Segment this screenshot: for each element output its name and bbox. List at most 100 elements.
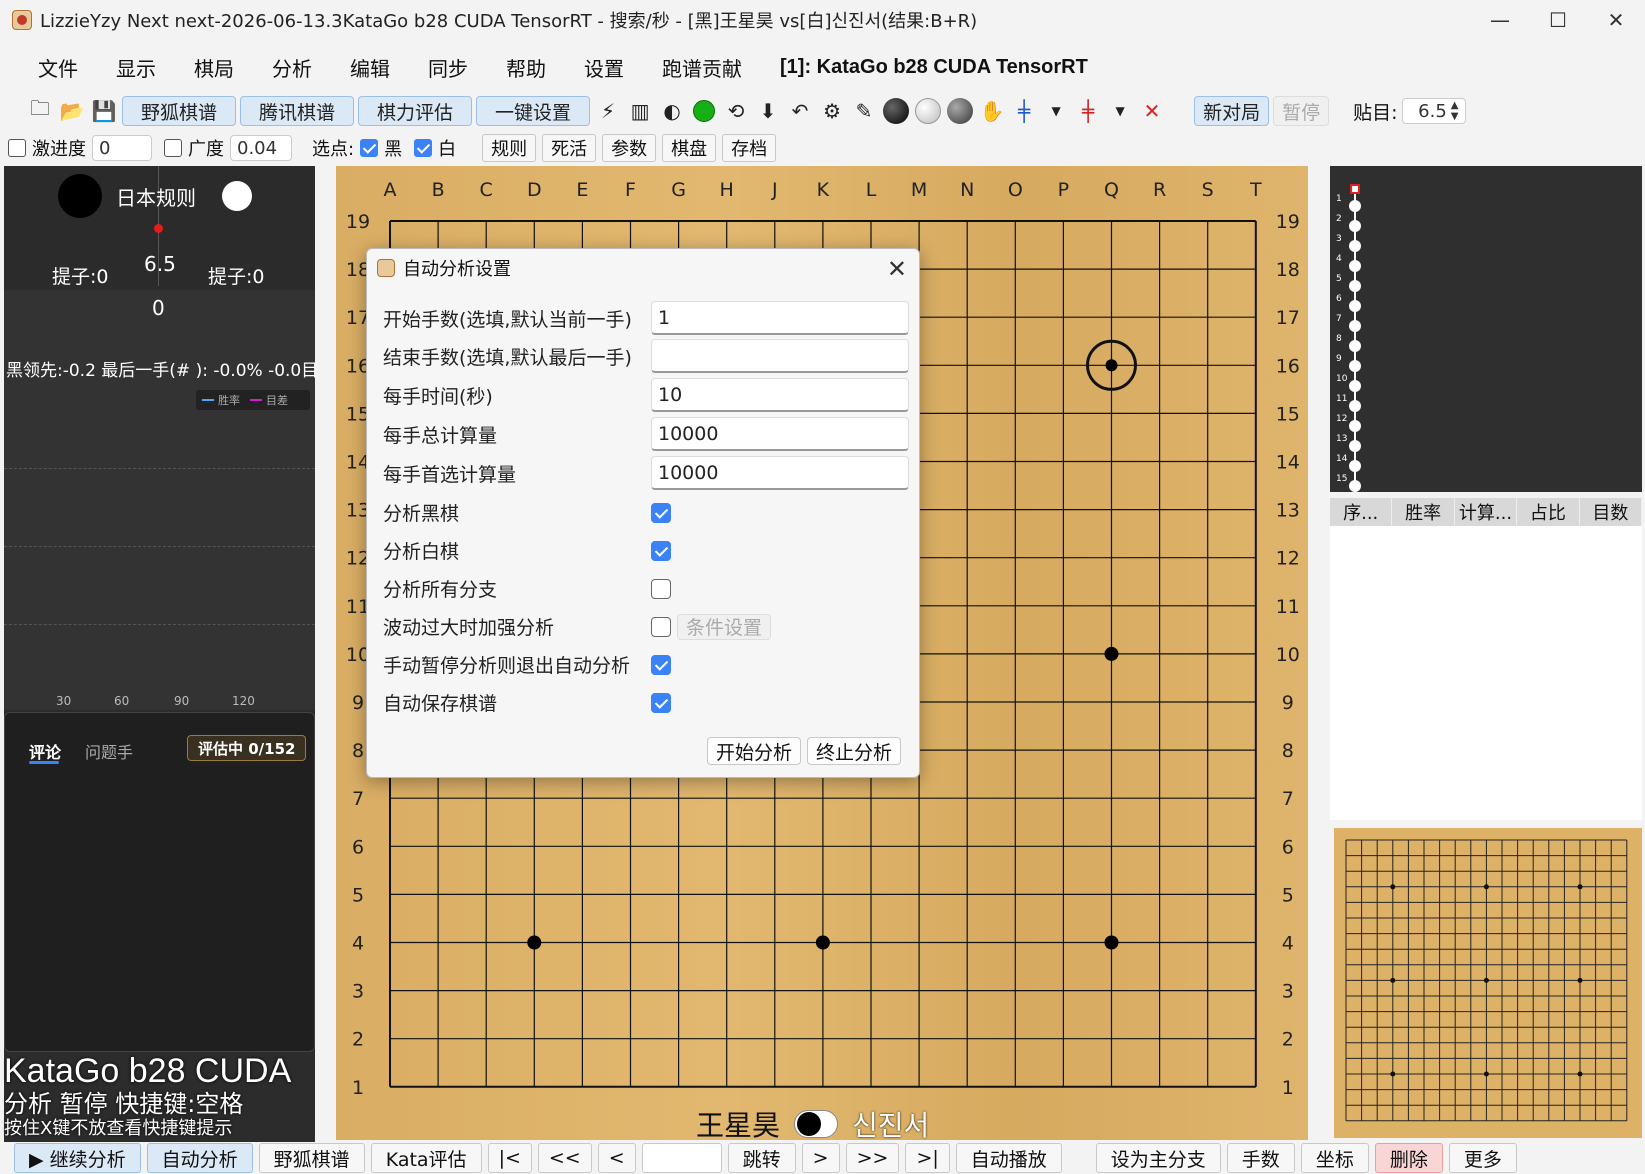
condition-settings-button[interactable]: 条件设置 [677, 613, 772, 640]
forward-button[interactable]: > [801, 1143, 840, 1173]
white-stone-icon[interactable] [914, 97, 942, 125]
start-move-input[interactable]: 1 [651, 301, 909, 335]
komi-spinner[interactable]: 6.5 ▲ ▼ [1401, 98, 1466, 124]
params-button[interactable]: 参数 [602, 134, 657, 162]
stop-analysis-button[interactable]: 终止分析 [807, 737, 902, 765]
compare-icon[interactable]: ◐ [658, 97, 686, 125]
chart-icon[interactable]: ▥ [626, 97, 654, 125]
first-visits-input[interactable]: 10000 [651, 456, 909, 490]
kata-eval-button[interactable]: Kata评估 [370, 1143, 482, 1173]
move-node[interactable] [1349, 220, 1361, 232]
black-stone-icon[interactable] [882, 97, 910, 125]
back-button[interactable]: < [597, 1143, 636, 1173]
menu-analysis[interactable]: 分析 [272, 53, 312, 82]
move-node[interactable] [1349, 280, 1361, 292]
col-score[interactable]: 目数 [1580, 498, 1643, 526]
end-move-input[interactable] [651, 339, 909, 373]
pick-black-checkbox[interactable] [360, 139, 379, 157]
tab-problem-moves[interactable]: 问题手 [85, 739, 133, 763]
pick-white-checkbox[interactable] [414, 139, 433, 157]
new-folder-icon[interactable]: 🗀 [26, 96, 54, 125]
winrate-graph[interactable]: 0 黑领先:-0.2 最后一手(# ): -0.0% -0.0目 胜率 目差 30… [4, 290, 318, 710]
time-per-move-input[interactable]: 10 [651, 378, 909, 412]
swing-analysis-checkbox[interactable] [651, 616, 671, 637]
blue-mark-icon[interactable]: ╪ [1010, 97, 1038, 125]
menu-edit[interactable]: 编辑 [350, 53, 390, 82]
yehu-kifu-bottom-button[interactable]: 野狐棋谱 [258, 1143, 365, 1173]
move-node[interactable] [1349, 360, 1361, 372]
menu-view[interactable]: 显示 [116, 53, 156, 82]
menu-settings[interactable]: 设置 [584, 53, 624, 82]
chevron-down-icon[interactable]: ▼ [1106, 97, 1134, 125]
move-list[interactable]: 1 2 3 4 5 6 7 8 9 10 11 12 13 14 15 [1330, 166, 1642, 492]
red-mark-icon[interactable]: ╪ [1074, 97, 1102, 125]
undo-icon[interactable]: ↶ [786, 97, 814, 125]
delete-button[interactable]: 删除 [1374, 1143, 1443, 1173]
move-node[interactable] [1349, 200, 1361, 212]
start-analysis-button[interactable]: 开始分析 [707, 737, 802, 765]
tencent-kifu-button[interactable]: 腾讯棋谱 [240, 96, 355, 126]
tab-comment[interactable]: 评论 [29, 739, 61, 763]
aggressiveness-checkbox[interactable] [8, 139, 26, 157]
move-node[interactable] [1349, 300, 1361, 312]
arrow-down-icon[interactable]: ⬇ [754, 97, 782, 125]
analyze-branches-checkbox[interactable] [651, 578, 671, 599]
set-main-branch-button[interactable]: 设为主分支 [1095, 1143, 1221, 1173]
new-game-button[interactable]: 新对局 [1194, 96, 1270, 126]
archive-button[interactable]: 存档 [722, 134, 777, 162]
auto-analysis-button[interactable]: 自动分析 [146, 1143, 253, 1173]
move-node[interactable] [1349, 380, 1361, 392]
autosave-checkbox[interactable] [651, 692, 671, 713]
first-move-button[interactable]: |< [487, 1143, 532, 1173]
move-number-button[interactable]: 手数 [1226, 1143, 1295, 1173]
strength-eval-button[interactable]: 棋力评估 [358, 96, 473, 126]
col-visits[interactable]: 计算... [1455, 498, 1518, 526]
menu-help[interactable]: 帮助 [506, 53, 546, 82]
continue-analysis-button[interactable]: ▶ 继续分析 [14, 1143, 141, 1173]
move-node[interactable] [1349, 420, 1361, 432]
one-click-setup-button[interactable]: 一键设置 [476, 96, 591, 126]
alternate-stone-icon[interactable] [946, 97, 974, 125]
rules-button[interactable]: 规则 [482, 134, 537, 162]
candidate-table[interactable] [1330, 526, 1642, 820]
hand-icon[interactable]: ✋ [978, 97, 1006, 125]
col-winrate[interactable]: 胜率 [1392, 498, 1455, 526]
life-death-button[interactable]: 死活 [542, 134, 597, 162]
forward-10-button[interactable]: >> [845, 1143, 900, 1173]
yehu-kifu-button[interactable]: 野狐棋谱 [122, 96, 237, 126]
menu-game[interactable]: 棋局 [194, 53, 234, 82]
move-node[interactable] [1349, 440, 1361, 452]
analyze-white-checkbox[interactable] [651, 540, 671, 561]
col-order[interactable]: 序... [1330, 498, 1393, 526]
exit-on-pause-checkbox[interactable] [651, 654, 671, 675]
close-window-icon[interactable]: ✕ [1587, 0, 1645, 40]
move-node[interactable] [1349, 340, 1361, 352]
mini-board[interactable] [1334, 828, 1642, 1138]
save-icon[interactable]: 💾 [90, 97, 118, 125]
last-move-button[interactable]: >| [905, 1143, 950, 1173]
lightning-icon[interactable]: ⚡ [594, 97, 622, 125]
move-node[interactable] [1349, 240, 1361, 252]
maximize-icon[interactable]: ☐ [1529, 0, 1587, 40]
move-node[interactable] [1349, 460, 1361, 472]
total-visits-input[interactable]: 10000 [651, 417, 909, 451]
jump-button[interactable]: 跳转 [727, 1143, 796, 1173]
jump-input[interactable] [641, 1143, 722, 1173]
pause-button[interactable]: 暂停 [1273, 96, 1330, 126]
menu-contribute[interactable]: 跑谱贡献 [662, 53, 742, 82]
sliders-icon[interactable]: ⚙ [818, 97, 846, 125]
col-ratio[interactable]: 占比 [1517, 498, 1580, 526]
aggressiveness-input[interactable]: 0 [92, 135, 152, 161]
brush-icon[interactable]: ✎ [850, 97, 878, 125]
minimize-icon[interactable]: — [1471, 0, 1529, 40]
dialog-close-icon[interactable]: ✕ [887, 255, 907, 283]
autoplay-button[interactable]: 自动播放 [955, 1143, 1062, 1173]
width-input[interactable]: 0.04 [230, 135, 292, 161]
engine-selector[interactable]: [1]: KataGo b28 CUDA TensorRT [780, 56, 1088, 79]
chevron-down-icon[interactable]: ▼ [1042, 97, 1070, 125]
move-node[interactable] [1349, 400, 1361, 412]
move-node[interactable] [1349, 260, 1361, 272]
open-folder-icon[interactable]: 📂 [58, 97, 86, 125]
green-circle-icon[interactable] [690, 97, 718, 125]
turn-toggle[interactable] [794, 1110, 839, 1138]
